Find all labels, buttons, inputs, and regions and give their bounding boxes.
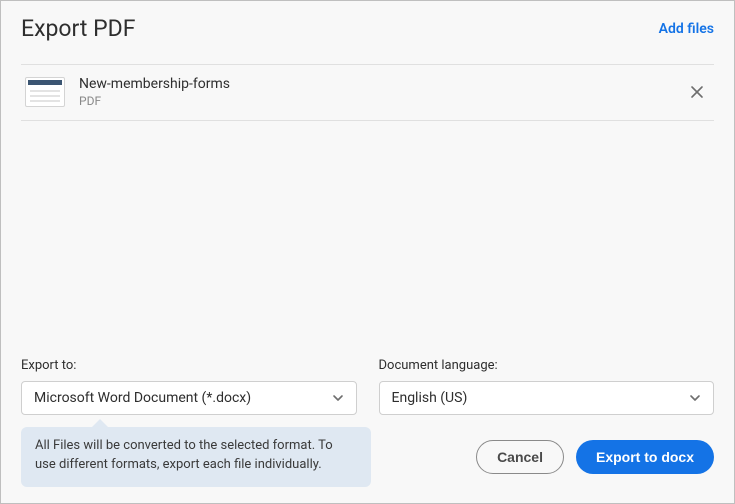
export-to-select[interactable]: Microsoft Word Document (*.docx) (21, 381, 357, 415)
chevron-down-icon (689, 392, 701, 404)
action-buttons: Cancel Export to docx (393, 440, 715, 474)
file-type: PDF (79, 94, 684, 108)
chevron-down-icon (332, 392, 344, 404)
remove-file-button[interactable] (684, 79, 710, 105)
file-thumbnail-icon (25, 77, 65, 107)
file-list: New-membership-forms PDF (21, 64, 714, 121)
export-to-value: Microsoft Word Document (*.docx) (34, 390, 251, 406)
dialog-bottom: Export to: Microsoft Word Document (*.do… (1, 358, 734, 503)
export-button[interactable]: Export to docx (576, 440, 714, 474)
file-name: New-membership-forms (79, 75, 684, 93)
file-row: New-membership-forms PDF (21, 65, 714, 120)
file-info: New-membership-forms PDF (79, 75, 684, 108)
cancel-button[interactable]: Cancel (476, 440, 564, 474)
export-to-field: Export to: Microsoft Word Document (*.do… (21, 358, 357, 415)
dialog-title: Export PDF (21, 15, 135, 42)
format-tooltip: All Files will be converted to the selec… (21, 427, 371, 487)
language-value: English (US) (392, 390, 468, 406)
export-pdf-dialog: Export PDF Add files New-membership-form… (0, 0, 735, 504)
export-to-label: Export to: (21, 358, 357, 373)
language-label: Document language: (379, 358, 715, 373)
language-select[interactable]: English (US) (379, 381, 715, 415)
add-files-link[interactable]: Add files (659, 21, 714, 37)
close-icon (690, 85, 704, 99)
dialog-header: Export PDF Add files (1, 1, 734, 52)
language-field: Document language: English (US) (379, 358, 715, 415)
